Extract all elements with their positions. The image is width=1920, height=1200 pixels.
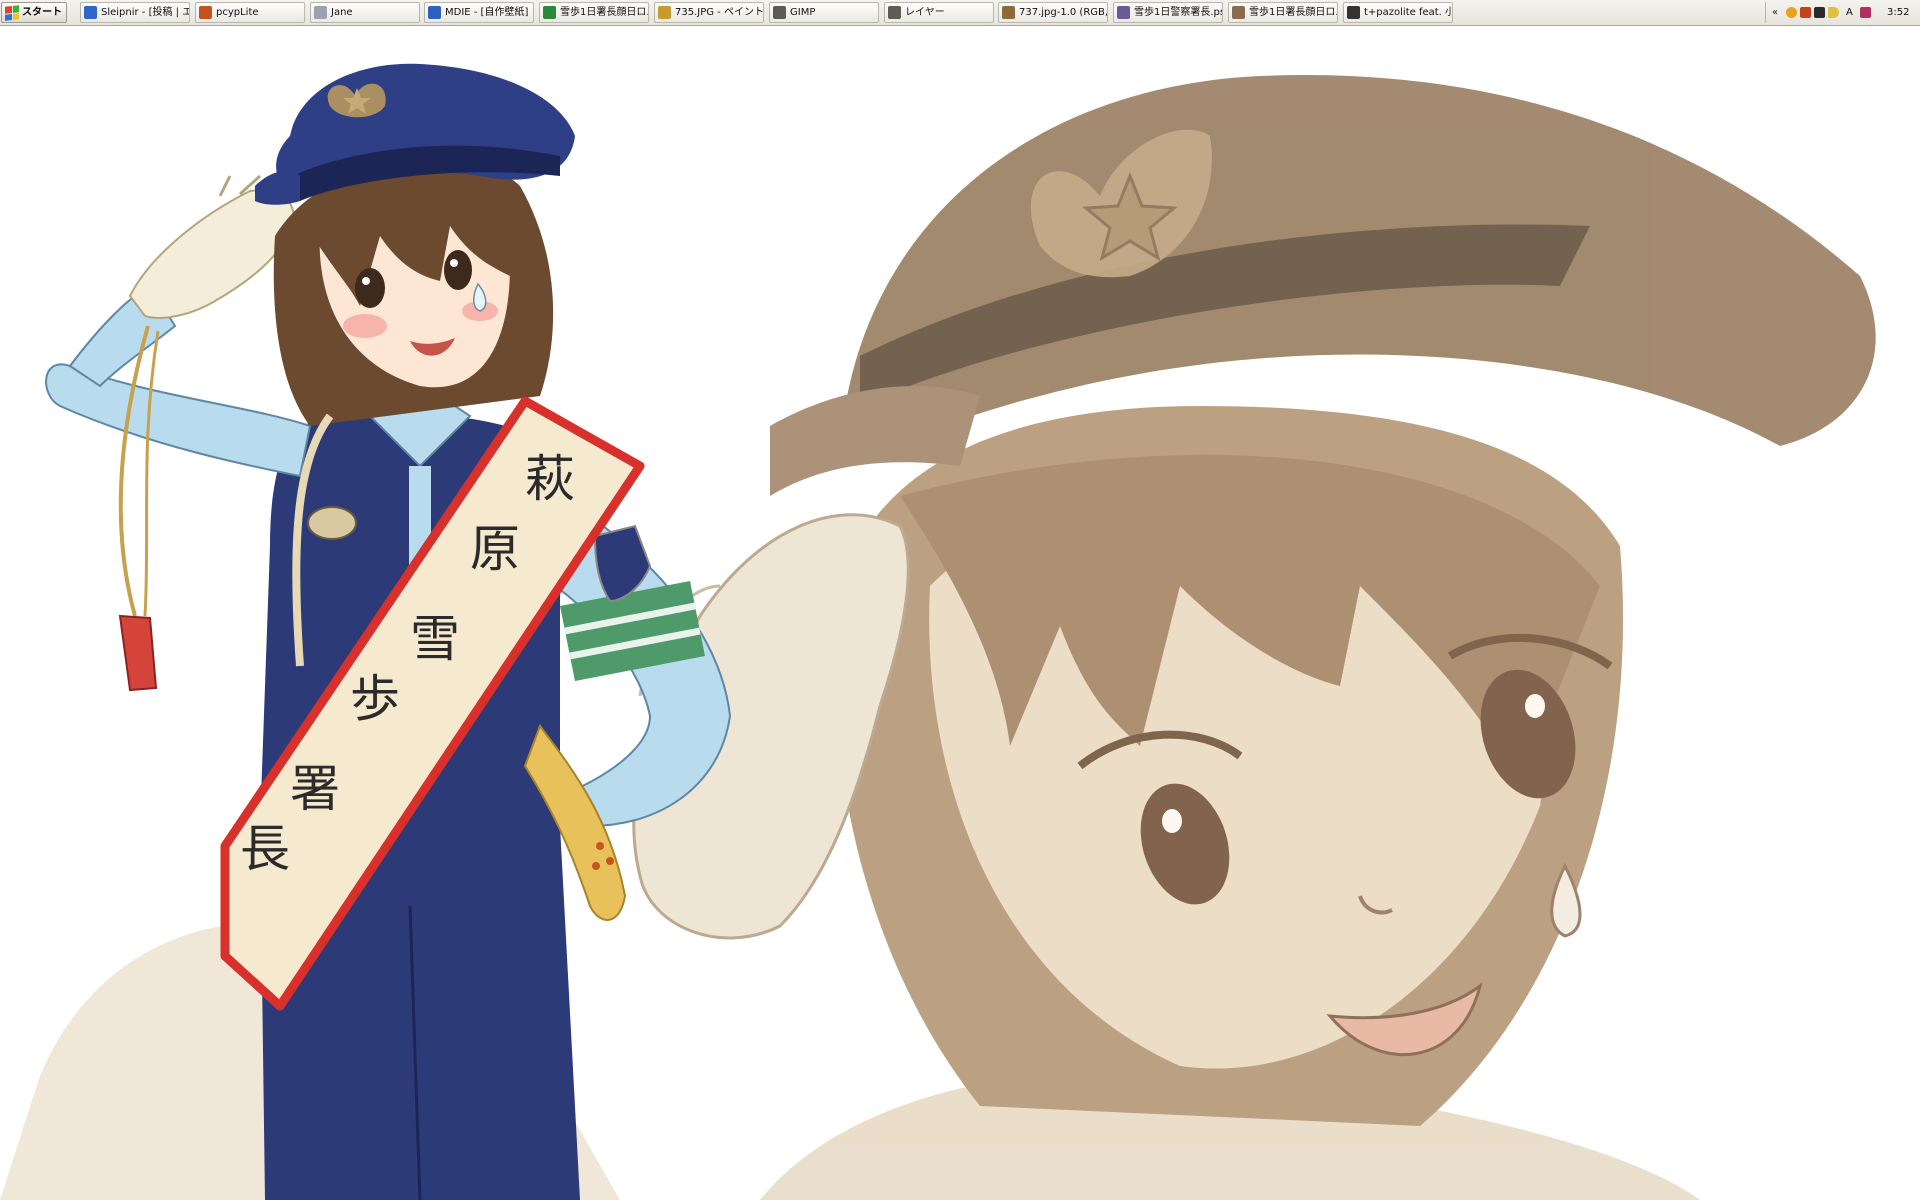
image-icon: [1117, 6, 1130, 19]
taskbar-item-label: t+pazolite feat. 小宮真...: [1364, 7, 1452, 18]
document-icon: [314, 6, 327, 19]
taskbar-item[interactable]: GIMP: [769, 2, 879, 23]
desktop[interactable]: 萩 原 雪 歩 署 長: [0, 26, 1920, 1200]
taskbar-item-label: 雪歩1日署長顔日ロ...: [560, 7, 649, 18]
taskbar-item-label: Jane: [331, 7, 353, 18]
windows-icon: [428, 6, 441, 19]
taskbar-item-label: 雪歩1日警察署長.psd...: [1134, 7, 1223, 18]
image-icon: [543, 6, 556, 19]
start-button[interactable]: スタート: [1, 2, 67, 23]
taskbar-item-label: 737.jpg-1.0 (RGB, 2 枚...: [1019, 7, 1108, 18]
tray-expand-button[interactable]: «: [1772, 2, 1778, 23]
start-label: スタート: [22, 7, 62, 18]
taskbar-item-label: MDIE - [自作壁紙]: [445, 7, 529, 18]
sash-text-char: 署: [290, 760, 340, 818]
taskbar-item[interactable]: Sleipnir - [投稿 | エキ...: [80, 2, 190, 23]
taskbar-item[interactable]: pcypLite: [195, 2, 305, 23]
gimp-icon: [888, 6, 901, 19]
taskbar-item[interactable]: MDIE - [自作壁紙]: [424, 2, 534, 23]
taskbar-item[interactable]: t+pazolite feat. 小宮真...: [1343, 2, 1453, 23]
image-icon: [1002, 6, 1015, 19]
volume-icon[interactable]: [1828, 7, 1839, 18]
ime-indicator[interactable]: A: [1846, 2, 1853, 23]
taskbar-item[interactable]: 雪歩1日署長顔日ロ...: [539, 2, 649, 23]
taskbar-item-label: GIMP: [790, 7, 816, 18]
sash-text-char: 雪: [410, 610, 460, 668]
taskbar-item[interactable]: 735.JPG - ペイント: [654, 2, 764, 23]
media-icon[interactable]: [1800, 7, 1811, 18]
clock[interactable]: 3:52: [1887, 2, 1909, 23]
wallpaper-illustration: 萩 原 雪 歩 署 長: [0, 26, 1920, 1200]
sash-text-char: 歩: [350, 670, 400, 728]
taskbar: スタート Sleipnir - [投稿 | エキ... pcypLite Jane M…: [0, 0, 1920, 26]
language-bar-icon[interactable]: [1860, 7, 1871, 18]
system-tray: « A 3:52: [1765, 2, 1919, 23]
sash-text-char: 萩: [525, 450, 575, 508]
taskbar-item-label: 735.JPG - ペイント: [675, 7, 764, 18]
player-icon: [199, 6, 212, 19]
browser-icon: [84, 6, 97, 19]
sash-text-char: 長: [240, 820, 290, 878]
taskbar-item-label: 雪歩1日署長顔日ロ...: [1249, 7, 1338, 18]
sash-text-char: 原: [470, 520, 520, 578]
taskbar-item[interactable]: 737.jpg-1.0 (RGB, 2 枚...: [998, 2, 1108, 23]
taskbar-item-label: pcypLite: [216, 7, 259, 18]
antivirus-icon[interactable]: [1786, 7, 1797, 18]
windows-logo-icon: [5, 5, 19, 21]
taskbar-item-label: Sleipnir - [投稿 | エキ...: [101, 7, 189, 18]
paint-icon: [658, 6, 671, 19]
taskbar-item[interactable]: 雪歩1日署長顔日ロ...: [1228, 2, 1338, 23]
taskbar-item[interactable]: Jane: [310, 2, 420, 23]
taskbar-item[interactable]: 雪歩1日警察署長.psd...: [1113, 2, 1223, 23]
taskbar-item[interactable]: レイヤー: [884, 2, 994, 23]
image-icon: [1232, 6, 1245, 19]
gimp-icon: [773, 6, 786, 19]
network-icon[interactable]: [1814, 7, 1825, 18]
taskbar-item-label: レイヤー: [905, 7, 945, 18]
music-icon: [1347, 6, 1360, 19]
